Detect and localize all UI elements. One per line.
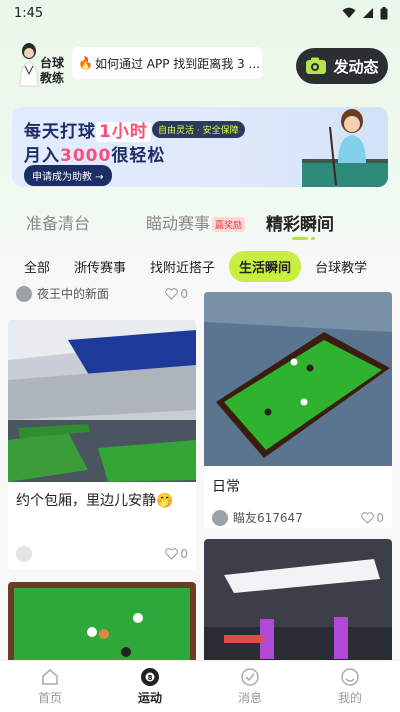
subtab-nearby-partners[interactable]: 找附近搭子 — [140, 251, 225, 282]
coach-illustration — [302, 109, 388, 187]
coach-avatar-icon — [19, 43, 39, 87]
coach-label: 台球 教练 — [40, 56, 65, 85]
coach-entry[interactable]: 台球 教练 — [14, 42, 70, 94]
apply-coach-button[interactable]: 申请成为助教 → — [24, 165, 112, 186]
subtab-all[interactable]: 全部 — [14, 251, 60, 282]
tab-highlights[interactable]: 精彩瞬间 — [266, 210, 334, 235]
fire-icon: 🔥 — [78, 56, 93, 70]
tab-events[interactable]: 瞄动赛事 赢奖励 — [146, 210, 246, 234]
nav-home[interactable]: 首页 — [0, 661, 100, 712]
nav-profile[interactable]: 我的 — [300, 661, 400, 712]
ai-question-bubble[interactable]: 🔥 如何通过 APP 找到距离我 3 ... — [72, 47, 262, 79]
moment-card[interactable]: 约个包厢，里边儿安静🤭 0 — [8, 320, 196, 570]
banner-tag: 自由灵活 · 安全保障 — [152, 121, 245, 138]
subtab-billiards-teaching[interactable]: 台球教学 — [305, 251, 377, 282]
home-icon — [42, 669, 58, 685]
heart-icon — [165, 548, 179, 560]
moment-title: 日常 — [212, 479, 240, 495]
post-moment-button[interactable]: 发动态 — [296, 48, 388, 84]
banner-line-2: 月入3000很轻松 — [24, 146, 166, 166]
svg-text:8: 8 — [148, 674, 153, 682]
subtab-zhejiang-events[interactable]: 浙传赛事 — [64, 251, 136, 282]
active-tab-indicator — [292, 237, 308, 240]
moments-feed: 夜王中的新面 0 约个包厢，里边儿安静🤭 0 日常 瞄友617647 0 — [0, 284, 400, 660]
banner-line-1: 每天打球 1小时 — [24, 117, 151, 142]
pool-table-photo — [204, 292, 392, 466]
profile-icon — [341, 668, 359, 686]
signal-icon — [363, 8, 373, 18]
like-button[interactable]: 0 — [165, 547, 188, 561]
coach-recruit-banner[interactable]: 每天打球 1小时 自由灵活 · 安全保障 月入3000很轻松 申请成为助教 → — [12, 107, 388, 187]
avatar — [16, 285, 32, 302]
bottom-navigation: 首页 8 运动 消息 我的 — [0, 660, 400, 712]
sub-tabs: 全部 浙传赛事 找附近搭子 生活瞬间 台球教学 — [0, 250, 400, 282]
hall-interior-photo — [204, 539, 392, 660]
nav-messages[interactable]: 消息 — [200, 661, 300, 712]
reward-badge: 赢奖励 — [212, 217, 246, 232]
top-bar: 台球 教练 🔥 如何通过 APP 找到距离我 3 ... 发动态 — [0, 40, 400, 96]
moment-card[interactable] — [204, 539, 392, 660]
active-tab-indicator-dot — [311, 237, 315, 240]
billiard-hall-photo — [8, 320, 196, 482]
partial-card-user: 夜王中的新面 — [37, 287, 110, 301]
heart-icon — [361, 511, 375, 524]
subtab-life-moments[interactable]: 生活瞬间 — [229, 250, 302, 282]
moment-meta: 0 — [16, 546, 188, 562]
status-bar: 1:45 — [0, 0, 400, 26]
ai-question-text: 如何通过 APP 找到距离我 3 ... — [94, 56, 260, 71]
main-tabs: 准备清台 瞄动赛事 赢奖励 精彩瞬间 — [0, 200, 400, 244]
post-button-label: 发动态 — [333, 57, 379, 76]
like-button[interactable]: 0 — [361, 511, 384, 525]
moment-card[interactable]: 日常 瞄友617647 0 — [204, 292, 392, 528]
avatar — [212, 509, 228, 526]
moment-card[interactable] — [8, 582, 196, 660]
moment-meta: 瞄友617647 0 — [212, 509, 384, 526]
moment-user: 瞄友617647 — [233, 511, 303, 525]
nav-sports[interactable]: 8 运动 — [100, 661, 200, 712]
heart-icon — [165, 287, 179, 300]
app-screen: 1:45 台球 教练 🔥 如何通过 APP 找到距离我 3 ... 发动态 每天… — [0, 0, 400, 712]
battery-icon — [380, 6, 388, 19]
status-time: 1:45 — [14, 5, 44, 21]
tab-ready-clear[interactable]: 准备清台 — [26, 210, 90, 234]
billiard-ball-icon: 8 — [141, 668, 159, 686]
billiard-table-photo — [8, 582, 196, 660]
camera-icon — [306, 57, 327, 74]
like-button[interactable]: 0 — [165, 287, 188, 301]
moment-title: 约个包厢，里边儿安静🤭 — [16, 493, 174, 509]
avatar — [16, 546, 32, 562]
message-icon — [241, 668, 259, 686]
wifi-icon — [342, 7, 356, 18]
partial-card-meta: 夜王中的新面 0 — [16, 285, 188, 302]
